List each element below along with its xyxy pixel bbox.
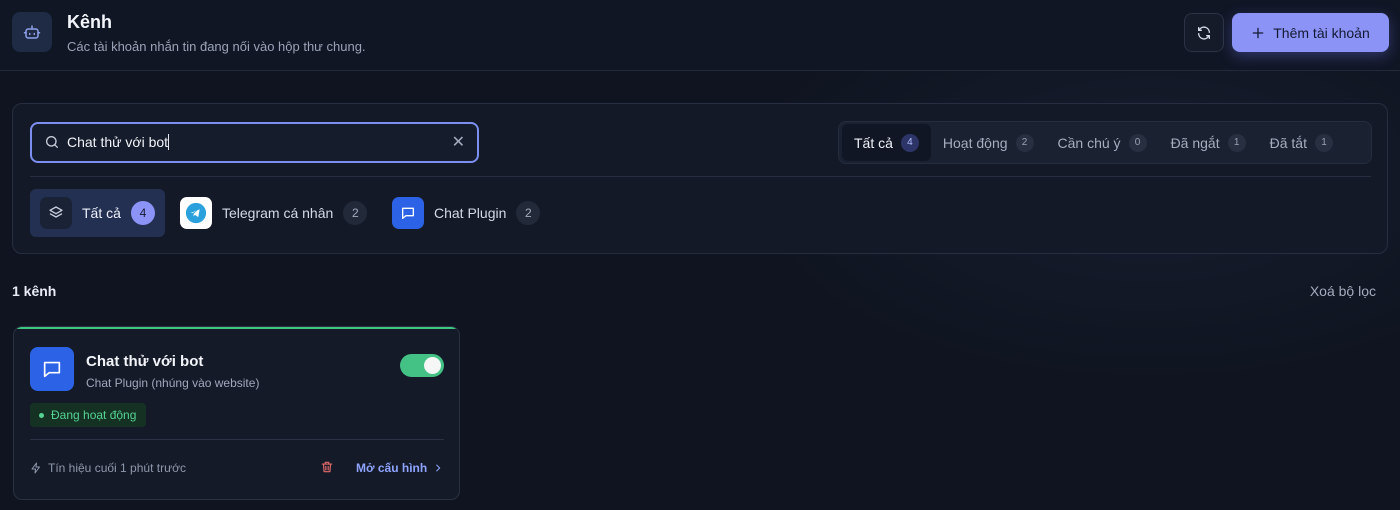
telegram-icon: [180, 197, 212, 229]
channel-card: Chat thử với bot Chat Plugin (nhúng vào …: [13, 326, 460, 500]
open-config-label: Mở cấu hình: [356, 461, 428, 475]
search-icon: [46, 136, 58, 148]
open-config-link[interactable]: Mở cấu hình: [356, 461, 443, 475]
page-header: Kênh Các tài khoản nhắn tin đang nối vào…: [0, 0, 1400, 71]
status-tabs: Tất cả 4 Hoạt động 2 Cần chú ý 0 Đã ngắt…: [838, 121, 1372, 164]
platform-tab-count: 4: [130, 201, 155, 225]
tab-count: 4: [900, 133, 919, 152]
tab-all[interactable]: Tất cả 4: [842, 124, 931, 161]
status-line: [14, 327, 459, 329]
page-subtitle: Các tài khoản nhắn tin đang nối vào hộp …: [67, 39, 366, 54]
clear-search-icon[interactable]: ✕: [452, 132, 465, 152]
tab-count: 1: [1314, 133, 1333, 152]
chat-bubble-icon: [392, 197, 424, 229]
tab-disabled[interactable]: Đã tắt 1: [1258, 124, 1345, 161]
search-value: Chat thử với bot: [67, 134, 169, 150]
tab-label: Đã ngắt: [1170, 134, 1220, 151]
channel-subtitle: Chat Plugin (nhúng vào website): [86, 376, 260, 390]
last-signal-text: Tín hiệu cuối 1 phút trước: [48, 461, 186, 475]
layers-icon: [40, 197, 72, 229]
tab-label: Đã tắt: [1269, 134, 1307, 151]
page-title: Kênh: [67, 12, 112, 32]
channel-title: Chat thử với bot: [86, 353, 204, 370]
filter-panel: Chat thử với bot ✕ Tất cả 4 Hoạt động 2 …: [12, 103, 1388, 254]
tab-label: Hoạt động: [942, 134, 1008, 151]
platform-tab-chat-plugin[interactable]: Chat Plugin 2: [382, 189, 550, 237]
platform-tab-count: 2: [516, 201, 541, 225]
plus-icon: [1252, 27, 1264, 38]
refresh-button[interactable]: [1184, 13, 1224, 52]
clear-filter-link[interactable]: Xoá bộ lọc: [1310, 283, 1376, 299]
add-account-label: Thêm tài khoản: [1273, 24, 1370, 41]
status-dot: [39, 412, 44, 418]
chat-bubble-icon: [30, 347, 74, 391]
panel-divider: [30, 176, 1371, 177]
card-divider: [30, 439, 444, 440]
tab-label: Tất cả: [854, 134, 893, 151]
lightning-icon: [31, 462, 40, 474]
add-account-button[interactable]: Thêm tài khoản: [1232, 13, 1389, 52]
tab-count: 2: [1015, 133, 1034, 152]
bot-icon: [12, 12, 52, 52]
trash-icon[interactable]: [320, 460, 334, 479]
platform-tab-label: Chat Plugin: [434, 205, 507, 221]
toggle-knob: [424, 357, 441, 374]
search-input[interactable]: Chat thử với bot ✕: [30, 122, 479, 163]
platform-tab-count: 2: [343, 201, 368, 225]
platform-tab-label: Telegram cá nhân: [222, 205, 334, 221]
refresh-icon: [1198, 25, 1210, 40]
platform-tab-label: Tất cả: [82, 205, 121, 221]
result-count: 1 kênh: [12, 283, 57, 299]
chevron-right-icon: [436, 464, 441, 472]
tab-count: 0: [1128, 133, 1147, 152]
status-text: Đang hoạt động: [51, 408, 137, 422]
channel-toggle[interactable]: [400, 354, 444, 377]
tab-attention[interactable]: Cần chú ý 0: [1046, 124, 1159, 161]
last-signal: Tín hiệu cuối 1 phút trước: [30, 461, 186, 475]
platform-tab-telegram[interactable]: Telegram cá nhân 2: [170, 189, 377, 237]
tab-disconnected[interactable]: Đã ngắt 1: [1159, 124, 1258, 161]
status-badge: Đang hoạt động: [30, 403, 147, 427]
platform-tab-all[interactable]: Tất cả 4: [30, 189, 165, 237]
tab-count: 1: [1227, 133, 1246, 152]
tab-label: Cần chú ý: [1057, 134, 1121, 151]
tab-active[interactable]: Hoạt động 2: [931, 124, 1046, 161]
